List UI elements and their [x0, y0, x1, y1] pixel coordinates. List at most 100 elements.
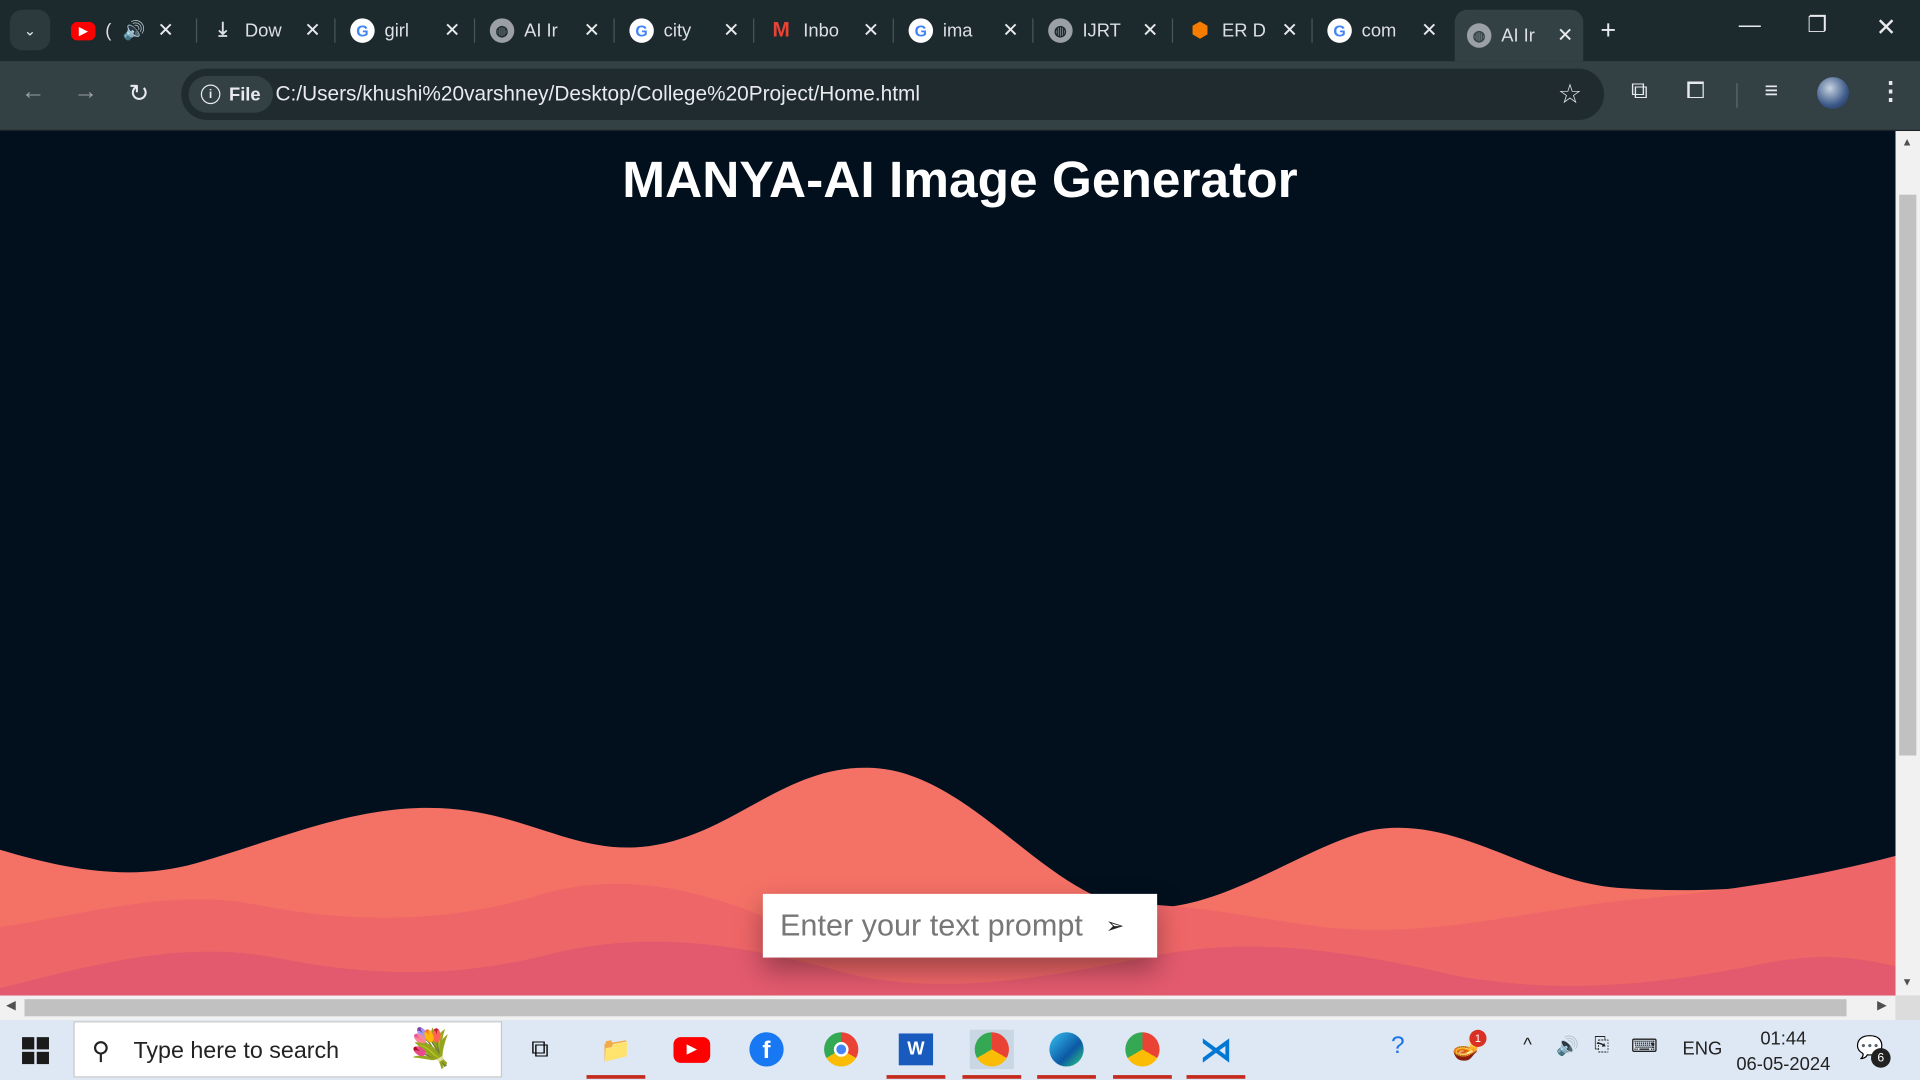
tray-chevron-up-icon[interactable]: ^ [1523, 1035, 1532, 1056]
reload-button[interactable]: ↻ [129, 78, 150, 109]
weather-icon[interactable]: 🪔 1 [1452, 1029, 1487, 1063]
browser-tab[interactable]: M Inbo ✕ [757, 10, 889, 52]
screenshot-extension-icon[interactable]: ⧉ [1631, 78, 1648, 105]
close-icon[interactable]: ✕ [1002, 18, 1018, 42]
vertical-scroll-thumb[interactable] [1899, 194, 1917, 756]
youtube-icon: ▶ [71, 21, 96, 40]
browser-tab[interactable]: ▶ ( 🔊 ✕ [59, 10, 184, 52]
scroll-up-arrow-icon[interactable]: ▲ [1902, 136, 1913, 148]
tab-strip: ⌄ ▶ ( 🔊 ✕ ⤓ Dow ✕ G girl ✕ ◍ AI Ir ✕ G c… [0, 0, 1920, 62]
vscode-icon[interactable]: ⋊ [1186, 1030, 1246, 1079]
close-icon[interactable]: ✕ [1421, 18, 1437, 42]
globe-icon: ◍ [1466, 23, 1492, 48]
taskbar-search[interactable]: ⚲ Type here to search 💐 [73, 1021, 503, 1078]
tab-title: AI Ir [1501, 25, 1535, 46]
facebook-icon[interactable]: f [744, 1030, 788, 1069]
tab-title: ER D [1222, 20, 1266, 42]
extensions-icon[interactable]: ⧠ [1686, 78, 1705, 105]
browser-tab[interactable]: ◍ IJRT ✕ [1036, 10, 1168, 52]
close-icon[interactable]: ✕ [723, 18, 739, 42]
volume-icon[interactable]: 🔊 [1556, 1035, 1579, 1057]
forward-button[interactable]: → [73, 78, 97, 106]
notification-count: 6 [1871, 1048, 1891, 1068]
profile-avatar[interactable] [1817, 77, 1849, 109]
google-icon: G [350, 18, 375, 43]
scroll-left-arrow-icon[interactable]: ◀ [6, 999, 15, 1012]
edge-icon[interactable] [1037, 1030, 1096, 1079]
browser-tab[interactable]: G com ✕ [1315, 10, 1447, 52]
minimize-button[interactable]: — [1739, 12, 1761, 38]
tab-title: AI Ir [524, 20, 558, 42]
tab-title: com [1361, 20, 1397, 42]
browser-tab[interactable]: ⬢ ER D ✕ [1176, 10, 1308, 52]
vertical-scrollbar[interactable]: ▲ ▼ [1895, 131, 1920, 996]
chrome-secondary-icon[interactable] [1113, 1030, 1172, 1079]
browser-toolbar: ← → ↻ i File C:/Users/khushi%20varshney/… [0, 61, 1920, 132]
file-explorer-icon[interactable]: 📁 [586, 1030, 646, 1079]
task-view-icon[interactable]: ⧉ [518, 1030, 562, 1069]
google-icon: G [1327, 18, 1352, 43]
browser-tab[interactable]: ◍ AI Ir ✕ [478, 10, 610, 52]
keyboard-icon[interactable]: ⌨ [1631, 1035, 1658, 1057]
speaker-icon: 🔊 [122, 20, 146, 42]
tab-title: girl [384, 20, 409, 42]
close-icon[interactable]: ✕ [444, 18, 460, 42]
menu-kebab-icon[interactable]: ⋮ [1878, 76, 1902, 107]
browser-tab[interactable]: G ima ✕ [896, 10, 1028, 52]
window-close-button[interactable]: ✕ [1876, 12, 1897, 43]
tab-title: city [663, 20, 692, 42]
send-button[interactable]: ➢ [1106, 913, 1124, 939]
scroll-down-arrow-icon[interactable]: ▼ [1902, 976, 1913, 988]
close-icon[interactable]: ✕ [157, 18, 173, 42]
horizontal-scroll-thumb[interactable] [24, 999, 1847, 1017]
tab-search-button[interactable]: ⌄ [9, 9, 51, 51]
new-tab-button[interactable]: + [1600, 15, 1616, 47]
download-icon: ⤓ [218, 19, 228, 41]
browser-tab-active[interactable]: ◍ AI Ir ✕ [1454, 9, 1584, 62]
globe-icon: ◍ [489, 18, 515, 43]
tab-title: IJRT [1082, 20, 1121, 42]
close-icon[interactable]: ✕ [863, 18, 879, 42]
back-button[interactable]: ← [21, 78, 45, 106]
search-icon: ⚲ [91, 1038, 110, 1066]
page-title: MANYA-AI Image Generator [622, 150, 1298, 209]
wave-background [0, 767, 1896, 996]
chrome-icon[interactable] [819, 1030, 863, 1069]
windows-taskbar: ⚲ Type here to search 💐 ⧉ 📁 ▶ f W ⋊ ? 🪔 1… [0, 1020, 1920, 1080]
prompt-input[interactable] [777, 906, 1089, 945]
horizontal-scrollbar[interactable]: ◀ ▶ [0, 995, 1896, 1021]
prompt-form: ➢ [762, 893, 1158, 958]
url-text[interactable]: C:/Users/khushi%20varshney/Desktop/Colle… [276, 82, 920, 106]
close-icon[interactable]: ✕ [1282, 18, 1298, 42]
browser-tab[interactable]: G girl ✕ [338, 10, 470, 52]
close-icon[interactable]: ✕ [1557, 23, 1573, 47]
start-button[interactable] [22, 1037, 49, 1065]
notification-center-icon[interactable]: 💬 6 [1856, 1035, 1891, 1068]
tab-title: Inbo [803, 20, 840, 42]
clock-time: 01:44 [1760, 1028, 1807, 1050]
youtube-app-icon[interactable]: ▶ [670, 1030, 714, 1069]
system-clock[interactable]: 01:44 06-05-2024 [1736, 1026, 1830, 1077]
bookmark-star-icon[interactable]: ☆ [1558, 78, 1582, 110]
file-label: File [228, 83, 261, 105]
scroll-right-arrow-icon[interactable]: ▶ [1877, 999, 1886, 1012]
orange-logo-icon: ⬢ [1191, 20, 1209, 42]
close-icon[interactable]: ✕ [1142, 18, 1158, 42]
word-icon[interactable]: W [886, 1030, 946, 1079]
browser-tab[interactable]: G city ✕ [617, 10, 749, 52]
tray-badge: 1 [1469, 1029, 1487, 1047]
close-icon[interactable]: ✕ [304, 18, 320, 42]
clock-date: 06-05-2024 [1736, 1054, 1831, 1076]
chrome-profile-icon[interactable] [962, 1029, 1022, 1079]
site-info-chip[interactable]: i File [188, 75, 273, 113]
scrollbar-corner [1895, 995, 1920, 1021]
network-icon[interactable]: ⎘ [1594, 1035, 1609, 1056]
restore-button[interactable]: ❐ [1807, 12, 1827, 38]
close-icon[interactable]: ✕ [584, 18, 600, 42]
address-bar[interactable]: i File C:/Users/khushi%20varshney/Deskto… [181, 68, 1605, 121]
info-icon: i [200, 84, 221, 105]
browser-tab[interactable]: ⤓ Dow ✕ [198, 10, 330, 52]
help-icon[interactable]: ? [1391, 1032, 1405, 1060]
media-control-icon[interactable]: ≡ [1764, 78, 1778, 105]
language-indicator[interactable]: ENG [1682, 1038, 1722, 1059]
